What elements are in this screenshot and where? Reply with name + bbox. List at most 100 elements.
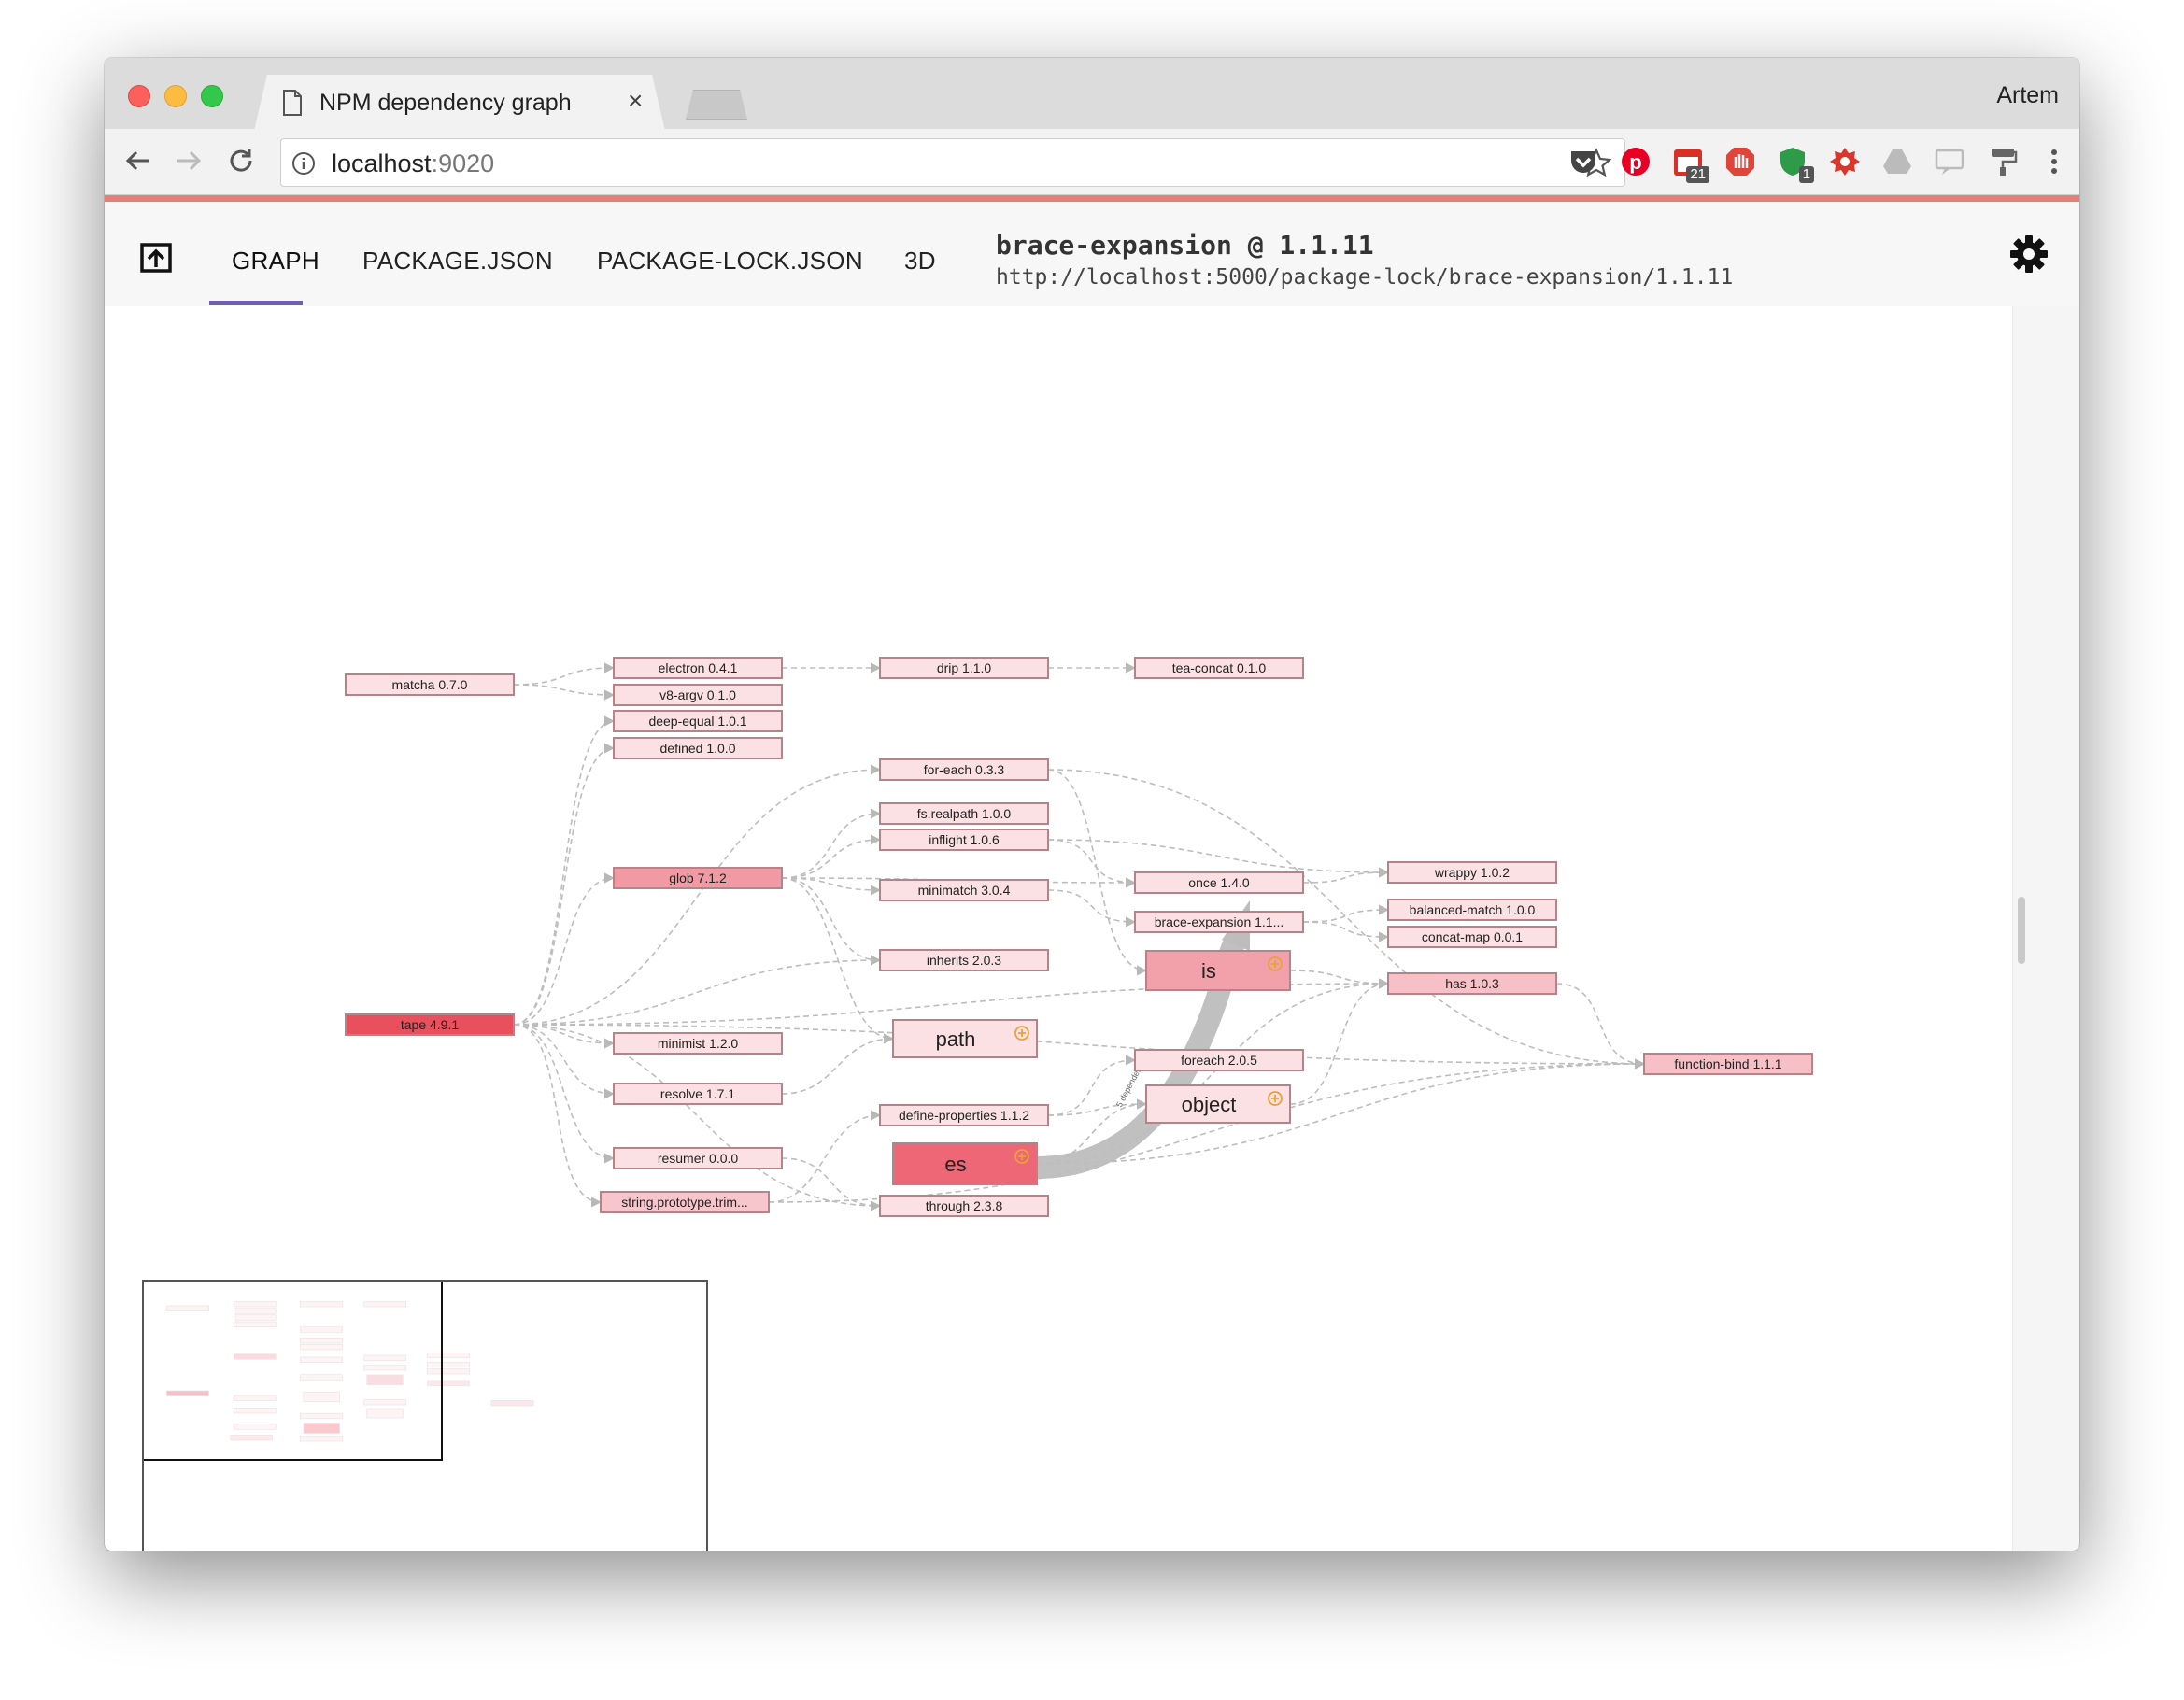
node-label: glob 7.1.2 [669, 871, 727, 885]
graph-node-object[interactable]: object [1145, 1084, 1291, 1124]
calendar-badge: 21 [1686, 166, 1709, 183]
node-label: balanced-match 1.0.0 [1410, 902, 1536, 917]
browser-tab[interactable]: NPM dependency graph × [254, 75, 665, 131]
dependency-edge [1302, 904, 1390, 923]
url-text: localhost:9020 [332, 149, 494, 178]
node-label: is [1201, 959, 1216, 983]
chat-icon[interactable] [1934, 146, 1965, 177]
node-label: minimist 1.2.0 [658, 1036, 739, 1051]
graph-node-electron[interactable]: electron 0.4.1 [613, 657, 783, 679]
node-label: path [936, 1027, 976, 1051]
node-label: matcha 0.7.0 [392, 677, 468, 692]
dependency-edge [781, 808, 882, 879]
drive-icon[interactable] [1881, 146, 1913, 177]
dependency-edge [1289, 978, 1390, 1105]
browser-window: NPM dependency graph × Artem localhost:9… [105, 58, 2079, 1551]
graph-node-deepequal[interactable]: deep-equal 1.0.1 [613, 710, 783, 732]
forward-icon[interactable] [172, 144, 206, 177]
tab-title: NPM dependency graph [319, 90, 572, 116]
adblock-icon[interactable] [1724, 146, 1756, 177]
tab-package-json[interactable]: PACKAGE.JSON [362, 247, 553, 276]
graph-node-is[interactable]: is [1145, 950, 1291, 991]
node-label: function-bind 1.1.1 [1674, 1056, 1781, 1071]
graph-node-drip[interactable]: drip 1.1.0 [879, 657, 1049, 679]
graph-node-es[interactable]: es [892, 1142, 1038, 1185]
shield-icon[interactable]: 1 [1777, 146, 1814, 183]
url-host: localhost [332, 149, 432, 177]
tab-graph[interactable]: GRAPH [232, 247, 319, 276]
graph-node-wrappy[interactable]: wrappy 1.0.2 [1387, 861, 1557, 884]
graph-node-inflight[interactable]: inflight 1.0.6 [879, 829, 1049, 851]
tab-package-lock-json[interactable]: PACKAGE-LOCK.JSON [597, 247, 863, 276]
graph-node-balanced[interactable]: balanced-match 1.0.0 [1387, 899, 1557, 921]
graph-node-matcha[interactable]: matcha 0.7.0 [345, 673, 515, 696]
graph-node-fsrealpath[interactable]: fs.realpath 1.0.0 [879, 802, 1049, 825]
graph-node-minimist[interactable]: minimist 1.2.0 [613, 1032, 783, 1055]
back-icon[interactable] [121, 144, 155, 177]
graph-node-stringtrim[interactable]: string.prototype.trim... [600, 1191, 770, 1213]
tab-close-icon[interactable]: × [628, 86, 643, 116]
dependency-edge [513, 684, 616, 701]
zoom-window-button[interactable] [201, 85, 223, 107]
page-icon [283, 90, 302, 116]
graph-node-foreach20[interactable]: foreach 2.0.5 [1134, 1049, 1304, 1071]
graph-node-foreach03[interactable]: for-each 0.3.3 [879, 758, 1049, 781]
accent-bar [105, 195, 2079, 202]
tab-3d[interactable]: 3D [904, 247, 936, 276]
dependency-edge [513, 1024, 603, 1208]
pocket-icon[interactable] [1567, 146, 1599, 177]
node-label: resolve 1.7.1 [660, 1086, 735, 1101]
scrollbar-thumb[interactable] [2018, 897, 2025, 964]
node-label: concat-map 0.0.1 [1422, 929, 1523, 944]
browser-menu-icon[interactable] [2038, 146, 2070, 177]
graph-minimap[interactable] [142, 1280, 708, 1551]
graph-node-braceexp[interactable]: brace-expansion 1.1... [1134, 911, 1304, 933]
graph-node-resolve[interactable]: resolve 1.7.1 [613, 1083, 783, 1105]
graph-node-resumer[interactable]: resumer 0.0.0 [613, 1147, 783, 1169]
graph-node-inherits[interactable]: inherits 2.0.3 [879, 949, 1049, 971]
dependency-edge [781, 877, 895, 1044]
profile-name[interactable]: Artem [1996, 82, 2059, 109]
pinterest-icon[interactable]: p [1620, 146, 1652, 177]
graph-node-concatmap[interactable]: concat-map 0.0.1 [1387, 926, 1557, 948]
graph-node-v8argv[interactable]: v8-argv 0.1.0 [613, 684, 783, 706]
minimap-viewport[interactable] [144, 1282, 443, 1461]
graph-node-has[interactable]: has 1.0.3 [1387, 972, 1557, 995]
node-label: foreach 2.0.5 [1181, 1053, 1257, 1068]
node-label: resumer 0.0.0 [658, 1151, 739, 1166]
node-label: inherits 2.0.3 [927, 953, 1001, 968]
paint-roller-icon[interactable] [1986, 146, 2018, 177]
info-icon[interactable] [291, 150, 317, 177]
dependency-edge [1302, 867, 1390, 884]
puzzle-icon[interactable] [1829, 146, 1861, 177]
node-label: drip 1.1.0 [937, 660, 992, 675]
calendar-icon[interactable]: 21 [1672, 146, 1709, 183]
graph-node-tape[interactable]: tape 4.9.1 [345, 1013, 515, 1036]
graph-node-path[interactable]: path [892, 1019, 1038, 1058]
graph-node-glob[interactable]: glob 7.1.2 [613, 867, 783, 889]
graph-node-teaconcat[interactable]: tea-concat 0.1.0 [1134, 657, 1304, 679]
package-url[interactable]: http://localhost:5000/package-lock/brace… [996, 265, 1733, 290]
gear-icon[interactable] [2008, 234, 2049, 275]
graph-node-defined[interactable]: defined 1.0.0 [613, 737, 783, 759]
package-title: brace-expansion @ 1.1.11 [996, 230, 1374, 261]
minimap-node [490, 1400, 534, 1407]
node-label: deep-equal 1.0.1 [648, 714, 746, 729]
node-box [1145, 950, 1291, 991]
reload-icon[interactable] [224, 144, 258, 177]
graph-node-functionbind[interactable]: function-bind 1.1.1 [1643, 1053, 1813, 1075]
node-label: string.prototype.trim... [621, 1195, 747, 1210]
graph-node-through[interactable]: through 2.3.8 [879, 1195, 1049, 1217]
dependency-edge [513, 715, 616, 1026]
address-bar[interactable]: localhost:9020 [280, 138, 1625, 187]
open-file-icon[interactable] [138, 239, 174, 275]
graph-node-minimatch[interactable]: minimatch 3.0.4 [879, 879, 1049, 901]
graph-node-defineprops[interactable]: define-properties 1.1.2 [879, 1104, 1049, 1126]
new-tab-button[interactable] [686, 90, 747, 120]
graph-node-once[interactable]: once 1.4.0 [1134, 871, 1304, 894]
minimize-window-button[interactable] [164, 85, 187, 107]
dependency-edge [781, 1033, 895, 1095]
close-window-button[interactable] [128, 85, 150, 107]
svg-text:p: p [1629, 150, 1641, 174]
node-label: inflight 1.0.6 [929, 832, 1000, 847]
